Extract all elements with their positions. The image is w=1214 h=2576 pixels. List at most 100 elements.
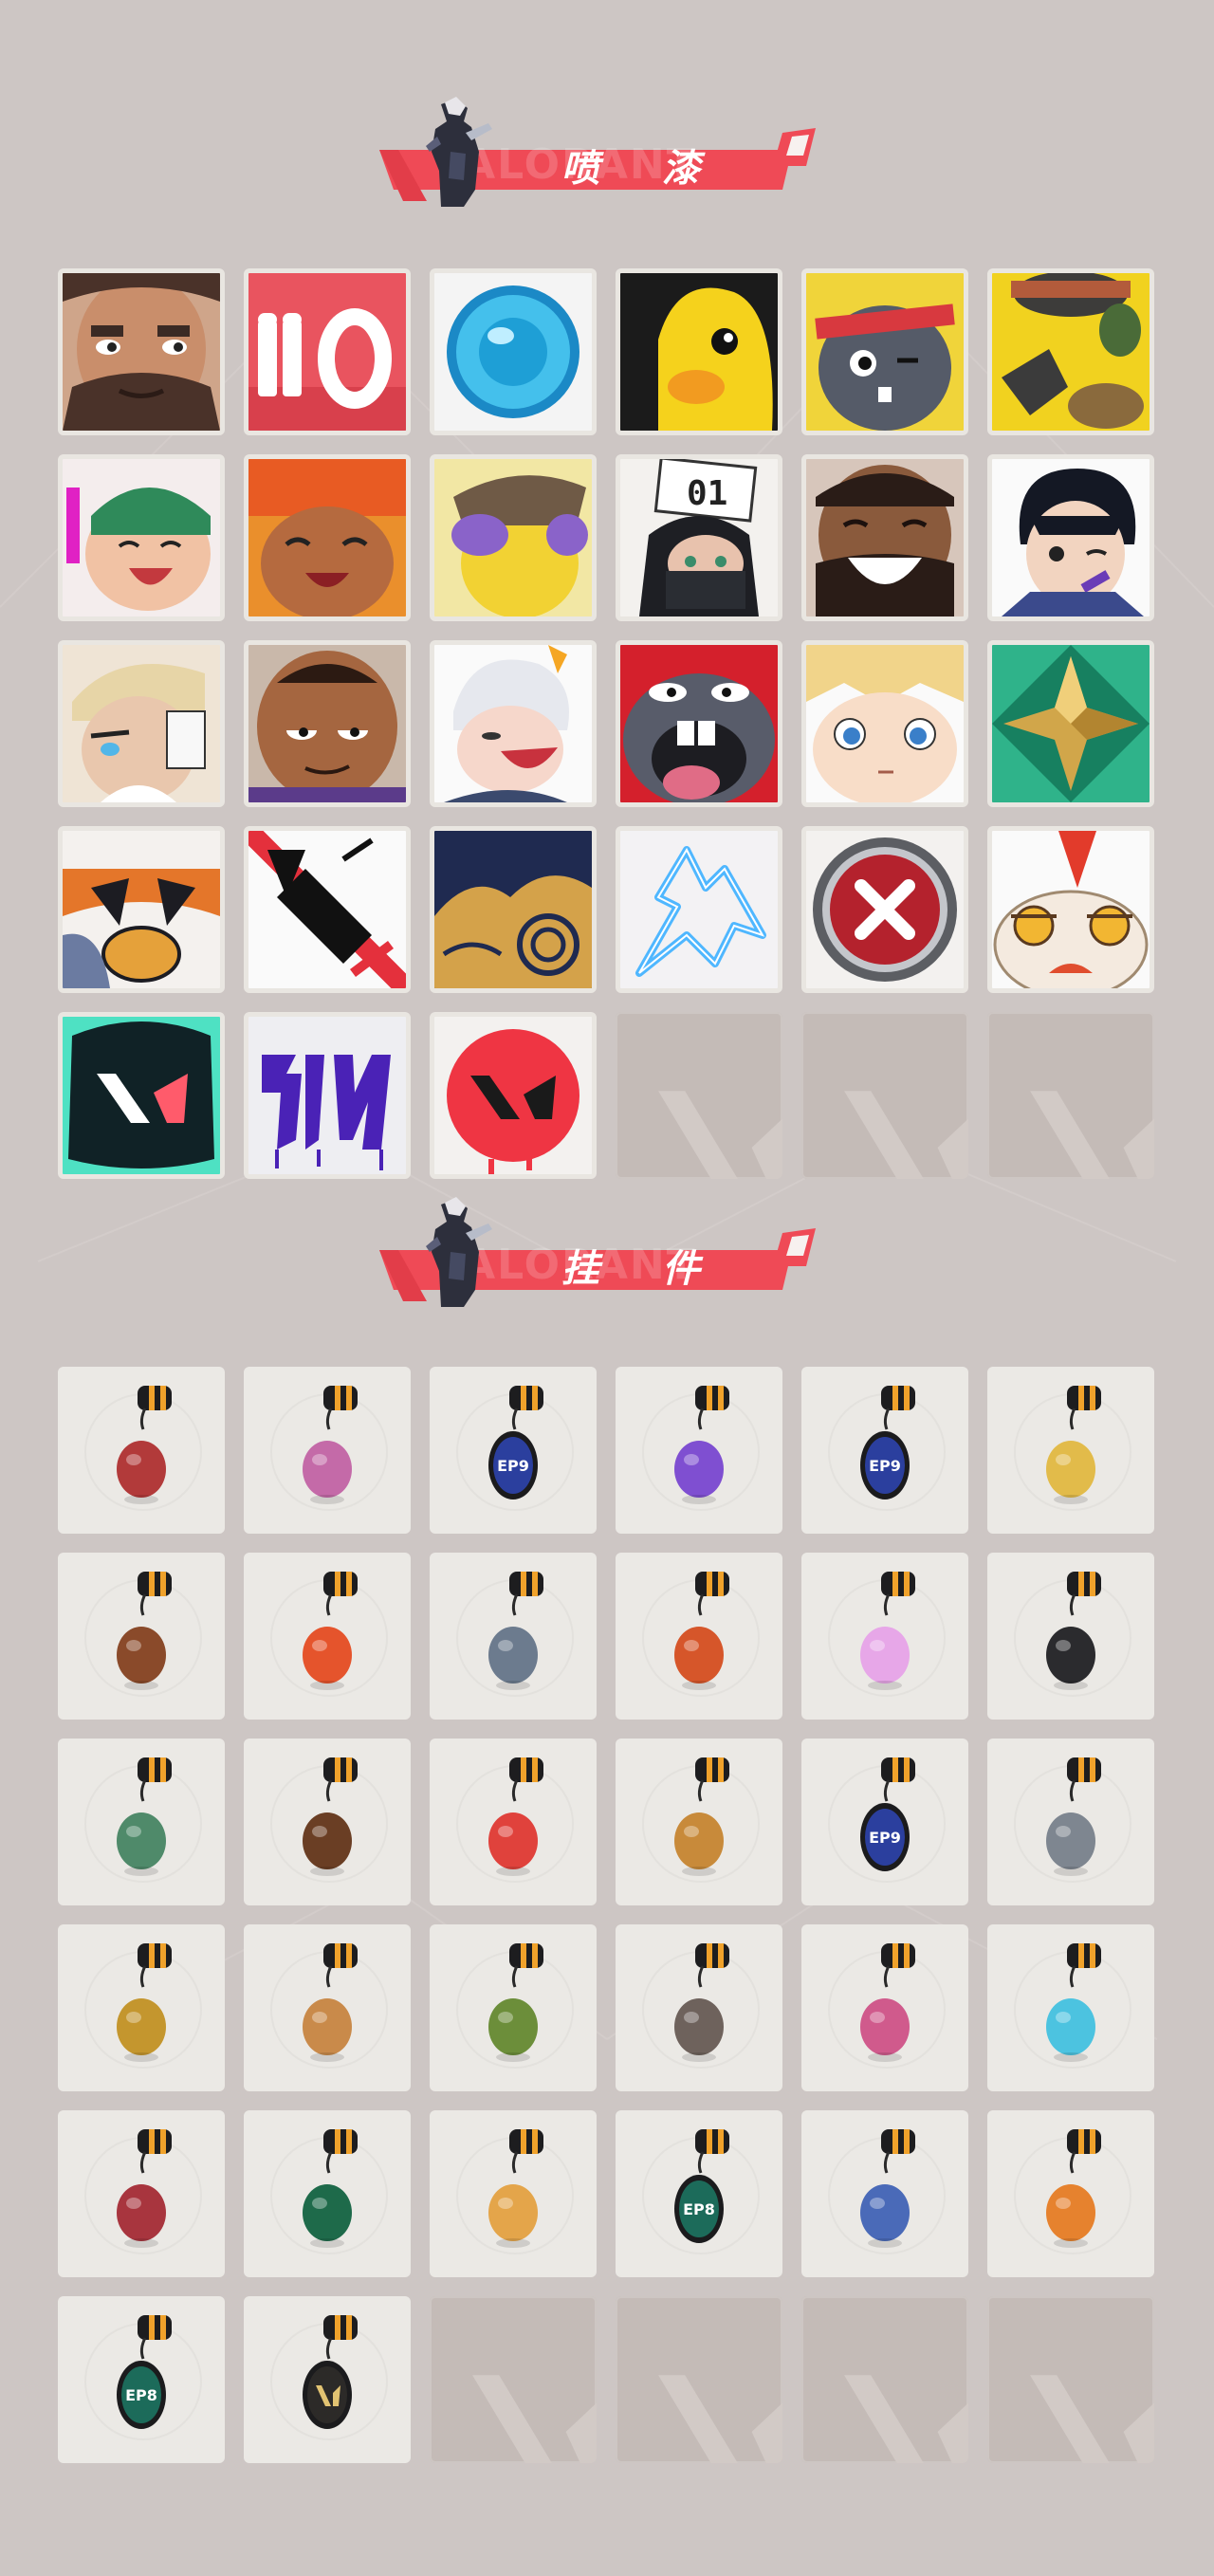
buddy-tile[interactable]	[430, 1553, 597, 1720]
spray-tile[interactable]	[244, 640, 411, 807]
fire-hair-agent-spray-icon	[248, 459, 406, 616]
spray-tile[interactable]	[987, 640, 1154, 807]
dragon-dance-spray-icon	[992, 831, 1150, 988]
headband-critter-spray-icon	[806, 273, 964, 431]
spray-tile[interactable]	[244, 268, 411, 435]
spray-tile[interactable]	[430, 454, 597, 621]
spray-tile[interactable]	[801, 826, 968, 993]
buddy-tile[interactable]	[244, 1553, 411, 1720]
buddy-tile[interactable]	[801, 1924, 968, 2091]
laughing-bearded-agent-spray-icon	[806, 459, 964, 616]
buddy-tile[interactable]	[58, 2110, 225, 2277]
spray-tile[interactable]	[801, 268, 968, 435]
buddy-tile[interactable]	[430, 2110, 597, 2277]
empty-slot	[430, 2296, 597, 2463]
spray-tile[interactable]	[987, 268, 1154, 435]
medallion-label: EP9	[869, 1829, 901, 1847]
empty-slot	[801, 2296, 968, 2463]
red-valorant-logo-spray-icon	[434, 1017, 592, 1174]
buddy-tile[interactable]	[616, 1367, 782, 1534]
ice-cream-bar-buddy-icon	[117, 1572, 172, 1690]
valorant-logo-icon	[844, 2375, 968, 2463]
spray-tile[interactable]	[244, 454, 411, 621]
medallion-label: EP9	[497, 1457, 529, 1475]
buddy-tile[interactable]: EP9	[430, 1367, 597, 1534]
buddy-tile[interactable]	[430, 1924, 597, 2091]
buddy-tile[interactable]	[430, 1739, 597, 1905]
spray-tile[interactable]	[430, 826, 597, 993]
buddy-tile[interactable]	[987, 1924, 1154, 2091]
octopus-buddy-icon	[117, 2129, 172, 2248]
buddy-tile[interactable]	[58, 1367, 225, 1534]
buddy-tile[interactable]	[58, 1924, 225, 2091]
neon-lightning-spray-icon	[620, 831, 778, 988]
spray-tile[interactable]	[58, 268, 225, 435]
beehive-buddy-icon	[674, 1757, 729, 1876]
spray-tile[interactable]	[987, 454, 1154, 621]
smug-agent-spray-icon	[248, 645, 406, 802]
spray-tile[interactable]	[58, 1012, 225, 1179]
purple-graffiti-spray-icon	[248, 1017, 406, 1174]
valorant-logo-icon	[844, 1091, 968, 1179]
buddy-tile[interactable]	[616, 1739, 782, 1905]
spray-tile[interactable]	[801, 640, 968, 807]
agent-figure-icon	[426, 97, 492, 207]
buddy-tile[interactable]: EP9	[801, 1739, 968, 1905]
buddy-tile[interactable]	[58, 1553, 225, 1720]
buddy-tile[interactable]	[616, 1553, 782, 1720]
buddy-tile[interactable]	[244, 1924, 411, 2091]
spray-tile[interactable]	[430, 268, 597, 435]
cupcake-buddy-icon	[303, 1386, 358, 1504]
fox-creature-buddy-icon	[303, 1943, 358, 2062]
buddy-tile[interactable]: EP9	[801, 1367, 968, 1534]
empty-slot	[801, 1012, 968, 1179]
spray-tile[interactable]	[616, 640, 782, 807]
valorant-logo-icon	[658, 1091, 782, 1179]
medallion-label: EP8	[125, 2386, 157, 2404]
blonde-agent-portrait-spray-icon	[63, 645, 220, 802]
buddy-tile[interactable]	[244, 1739, 411, 1905]
tiger-buddy-icon	[1046, 2129, 1101, 2248]
spray-tile[interactable]	[244, 826, 411, 993]
screaming-critter-spray-icon	[620, 645, 778, 802]
watermelon-buddy-icon	[488, 1757, 543, 1876]
medallion-label: EP8	[683, 2200, 715, 2218]
buddy-tile[interactable]	[987, 2110, 1154, 2277]
spray-tile[interactable]	[58, 640, 225, 807]
buddy-tile[interactable]	[987, 1553, 1154, 1720]
grenade-hands-spray-icon	[992, 273, 1150, 431]
raccoon-buddy-icon	[674, 1943, 729, 2062]
ep9-medallion-buddy-icon: EP9	[860, 1757, 915, 1871]
buddy-tile[interactable]	[801, 2110, 968, 2277]
buddy-tile[interactable]	[58, 1739, 225, 1905]
buddy-tile[interactable]: EP8	[58, 2296, 225, 2463]
buddy-tile[interactable]: EP8	[616, 2110, 782, 2277]
pink-mech-buddy-icon	[860, 1943, 915, 2062]
spray-tile[interactable]	[58, 454, 225, 621]
buddy-tile[interactable]	[244, 2110, 411, 2277]
buddy-tile[interactable]	[987, 1739, 1154, 1905]
buddy-tile[interactable]	[616, 1924, 782, 2091]
blonde-kid-agent-spray-icon	[806, 645, 964, 802]
ep8-medallion-buddy-icon: EP8	[117, 2315, 172, 2429]
spray-tile[interactable]	[801, 454, 968, 621]
buddy-tile[interactable]	[801, 1553, 968, 1720]
spray-tile[interactable]	[430, 1012, 597, 1179]
spray-tile[interactable]	[430, 640, 597, 807]
spray-tile[interactable]	[616, 268, 782, 435]
buddy-tile[interactable]	[244, 2296, 411, 2463]
spray-tile[interactable]	[58, 826, 225, 993]
masked-agent-01-sign-spray-icon: 01	[620, 459, 778, 616]
agent-figure-icon	[426, 1197, 492, 1307]
empty-slot	[616, 2296, 782, 2463]
fruit-skewer-buddy-icon	[303, 1572, 358, 1690]
buddies-section-header: VALORANT 挂 件	[375, 1195, 820, 1309]
spray-tile[interactable]: 01	[616, 454, 782, 621]
buddy-tile[interactable]	[244, 1367, 411, 1534]
buddy-tile[interactable]	[987, 1367, 1154, 1534]
valorant-logo-icon	[658, 2375, 782, 2463]
spray-tile[interactable]	[244, 1012, 411, 1179]
spray-tile[interactable]	[616, 826, 782, 993]
medallion-label: EP9	[869, 1457, 901, 1475]
spray-tile[interactable]	[987, 826, 1154, 993]
